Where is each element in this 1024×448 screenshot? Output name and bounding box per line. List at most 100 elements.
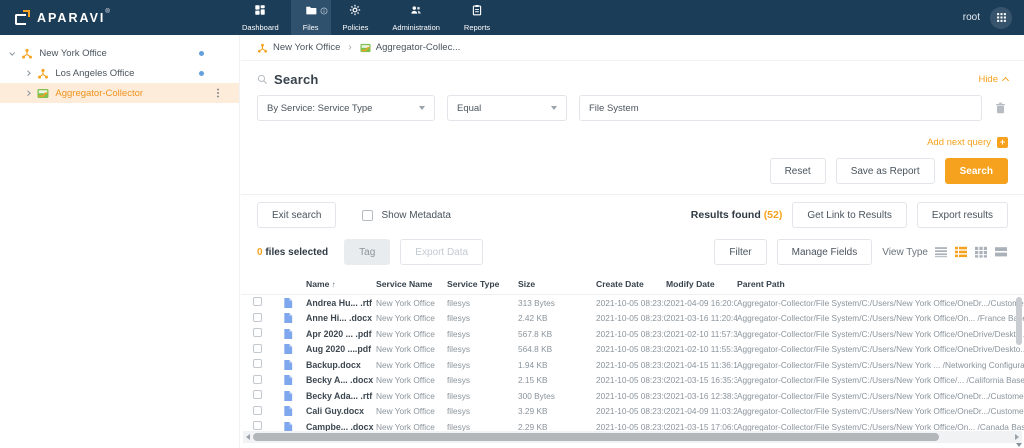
cell-name: Anne Hi... .docx (306, 313, 372, 324)
column-header-service-type[interactable]: Service Type (447, 279, 518, 289)
kebab-menu-icon[interactable]: ⋮ (213, 88, 223, 99)
nav-tab-policies[interactable]: Policies (331, 0, 381, 35)
column-header-create-date[interactable]: Create Date (596, 279, 666, 289)
chevron-down-icon (419, 106, 425, 110)
reset-button[interactable]: Reset (769, 158, 826, 184)
list-view-icon[interactable] (934, 246, 948, 258)
cell-modify-date: 2021-03-16 11:20:46 (666, 313, 737, 324)
delete-query-icon[interactable] (994, 101, 1008, 116)
breadcrumb-label: New York Office (273, 42, 341, 53)
scroll-left-arrow-icon[interactable] (246, 434, 250, 440)
row-checkbox[interactable] (253, 312, 262, 322)
hide-search-link[interactable]: Hide (978, 73, 1010, 85)
row-checkbox[interactable] (253, 359, 262, 369)
sidebar-item-los-angeles-office[interactable]: Los Angeles Office (0, 63, 239, 83)
detail-view-icon[interactable] (954, 246, 968, 258)
column-header-parent-path[interactable]: Parent Path (737, 279, 1024, 289)
nav-tab-files[interactable]: Files (290, 0, 331, 35)
breadcrumb-separator-icon: › (348, 42, 352, 53)
search-panel: Search Hide By Service: Service Type Equ… (241, 67, 1024, 184)
scroll-right-arrow-icon[interactable] (1015, 434, 1019, 440)
sort-ascending-icon: ↑ (329, 279, 336, 289)
row-checkbox[interactable] (253, 421, 262, 431)
add-next-query[interactable]: Add next query + (241, 137, 1024, 148)
nav-tab-label: Policies (342, 23, 369, 32)
aparavi-logo[interactable]: APARAVI® (0, 9, 110, 27)
save-as-report-button[interactable]: Save as Report (835, 158, 935, 184)
table-row[interactable]: Anne Hi... .docx New York Office filesys 2.… (241, 311, 1024, 327)
sidebar-tree: New York Office Los Angeles Office Aggrega… (0, 35, 240, 448)
exit-search-button[interactable]: Exit search (257, 202, 337, 228)
breadcrumb-item-aggregator-collec[interactable]: Aggregator-Collec... (360, 42, 460, 53)
query-operator-select[interactable]: Equal (447, 95, 567, 121)
registered-mark: ® (105, 8, 110, 15)
row-checkbox[interactable] (253, 405, 262, 415)
cell-parent-path: Aggregator-Collector/File System/C:/User… (737, 328, 1024, 339)
cell-size: 313 Bytes (518, 297, 555, 308)
chevron-right-icon[interactable] (25, 89, 32, 97)
scroll-down-arrow-icon[interactable] (1016, 442, 1022, 447)
manage-fields-button[interactable]: Manage Fields (776, 239, 873, 265)
cell-parent-path: Aggregator-Collector/File System/C:/User… (737, 297, 1024, 308)
nav-tab-reports[interactable]: Reports (452, 0, 502, 35)
top-nav-bar: APARAVI® Dashboard Files Policies Administr… (0, 0, 1024, 35)
cell-size: 2.15 KB (518, 375, 548, 386)
table-row[interactable]: Cali Guy.docx New York Office filesys 3.29 … (241, 404, 1024, 420)
cell-parent-path: Aggregator-Collector/File System/C:/User… (737, 313, 1024, 324)
cell-name: Backup.docx (306, 359, 361, 370)
horizontal-scrollbar-thumb[interactable] (253, 433, 939, 441)
grid-view-icon[interactable] (974, 246, 988, 258)
chevron-right-icon[interactable] (25, 69, 32, 77)
column-header-modify-date[interactable]: Modify Date (666, 279, 737, 289)
card-view-icon[interactable] (994, 246, 1008, 258)
tag-button[interactable]: Tag (344, 239, 391, 265)
results-found-text: Results found (52) (691, 209, 783, 221)
row-checkbox[interactable] (253, 343, 262, 353)
cell-size: 567.8 KB (518, 328, 553, 339)
get-link-to-results-button[interactable]: Get Link to Results (792, 202, 907, 228)
sidebar-item-label: New York Office (39, 47, 107, 59)
row-checkbox[interactable] (253, 297, 262, 307)
search-button[interactable]: Search (944, 158, 1008, 184)
table-row[interactable]: Andrea Hu... .rtf New York Office filesys 3… (241, 295, 1024, 311)
table-row[interactable]: Becky A... .docx New York Office filesys 2.… (241, 373, 1024, 389)
column-header-service-name[interactable]: Service Name (376, 279, 447, 289)
sidebar-item-aggregator-collector[interactable]: Aggregator-Collector ⋮ (0, 83, 239, 103)
results-found-label: Results found (690, 209, 761, 221)
chevron-down-icon (551, 106, 557, 110)
hide-label: Hide (978, 73, 998, 85)
breadcrumb-item-new-york-office[interactable]: New York Office (257, 42, 340, 53)
row-checkbox[interactable] (253, 390, 262, 400)
query-field-select[interactable]: By Service: Service Type (257, 95, 435, 121)
info-icon (320, 2, 328, 15)
show-metadata-toggle[interactable]: Show Metadata (362, 209, 451, 221)
table-row[interactable]: Backup.docx New York Office filesys 1.94 KB… (241, 357, 1024, 373)
cell-create-date: 2021-10-05 08:23:05 (596, 359, 666, 370)
show-metadata-checkbox[interactable] (362, 209, 374, 221)
column-header-size[interactable]: Size (518, 279, 596, 289)
row-checkbox[interactable] (253, 328, 262, 338)
sidebar-item-new-york-office[interactable]: New York Office (0, 43, 239, 63)
nav-tab-administration[interactable]: Administration (380, 0, 452, 35)
filter-button[interactable]: Filter (714, 239, 767, 265)
search-actions: Reset Save as Report Search (241, 158, 1024, 184)
results-toolbar: Exit search Show Metadata Results found … (241, 194, 1024, 233)
query-value-input[interactable]: File System (579, 95, 982, 121)
cell-modify-date: 2021-02-10 11:55:38 (666, 344, 737, 355)
table-row[interactable]: Apr 2020 ... .pdf New York Office filesys 5… (241, 326, 1024, 342)
export-data-button[interactable]: Export Data (400, 239, 484, 265)
apps-grid-icon[interactable] (990, 6, 1012, 29)
search-panel-title: Search (274, 71, 319, 87)
chevron-down-icon[interactable] (9, 49, 16, 57)
horizontal-scrollbar[interactable] (243, 431, 1022, 443)
nav-tab-dashboard[interactable]: Dashboard (230, 0, 291, 35)
cell-parent-path: Aggregator-Collector/File System/C:/User… (737, 390, 1024, 401)
table-row[interactable]: Aug 2020 ....pdf New York Office filesys 56… (241, 342, 1024, 358)
table-row[interactable]: Becky Ada... .rtf New York Office filesys 3… (241, 388, 1024, 404)
aparavi-logo-text: APARAVI (37, 10, 106, 25)
column-header-name[interactable]: Name ↑ (306, 279, 376, 289)
export-results-button[interactable]: Export results (916, 202, 1008, 228)
row-checkbox[interactable] (253, 374, 262, 384)
user-name[interactable]: root (963, 12, 980, 23)
vertical-scrollbar[interactable] (1016, 297, 1022, 345)
